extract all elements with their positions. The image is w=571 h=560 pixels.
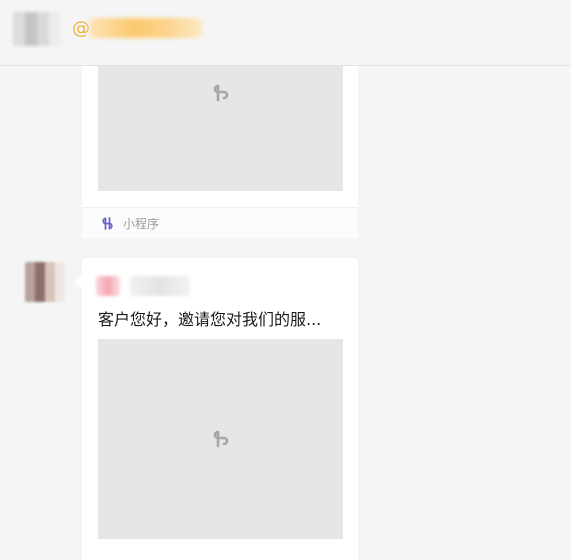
link-icon (213, 84, 229, 102)
sender-name-part (96, 276, 120, 296)
mini-program-thumbnail (98, 339, 343, 539)
sender-name (130, 276, 190, 296)
contact-name[interactable] (90, 18, 202, 38)
chat-window: @ 小程序 客户您好，邀请您对我们的服... (0, 0, 571, 560)
sender-avatar[interactable] (25, 262, 65, 302)
mini-program-title: 客户您好，邀请您对我们的服... (98, 310, 322, 329)
mini-program-card[interactable]: 小程序 (82, 66, 358, 238)
mini-program-thumbnail (98, 66, 343, 191)
link-icon (213, 430, 229, 448)
bubble-tail (74, 276, 82, 288)
mini-program-label: 小程序 (123, 217, 160, 231)
mini-program-icon (102, 217, 113, 230)
mini-program-footer: 小程序 (82, 207, 358, 238)
chat-header: @ (0, 0, 571, 66)
mention-symbol: @ (72, 18, 90, 39)
contact-avatar[interactable] (13, 12, 61, 46)
mini-program-card[interactable]: 客户您好，邀请您对我们的服... (82, 258, 358, 560)
